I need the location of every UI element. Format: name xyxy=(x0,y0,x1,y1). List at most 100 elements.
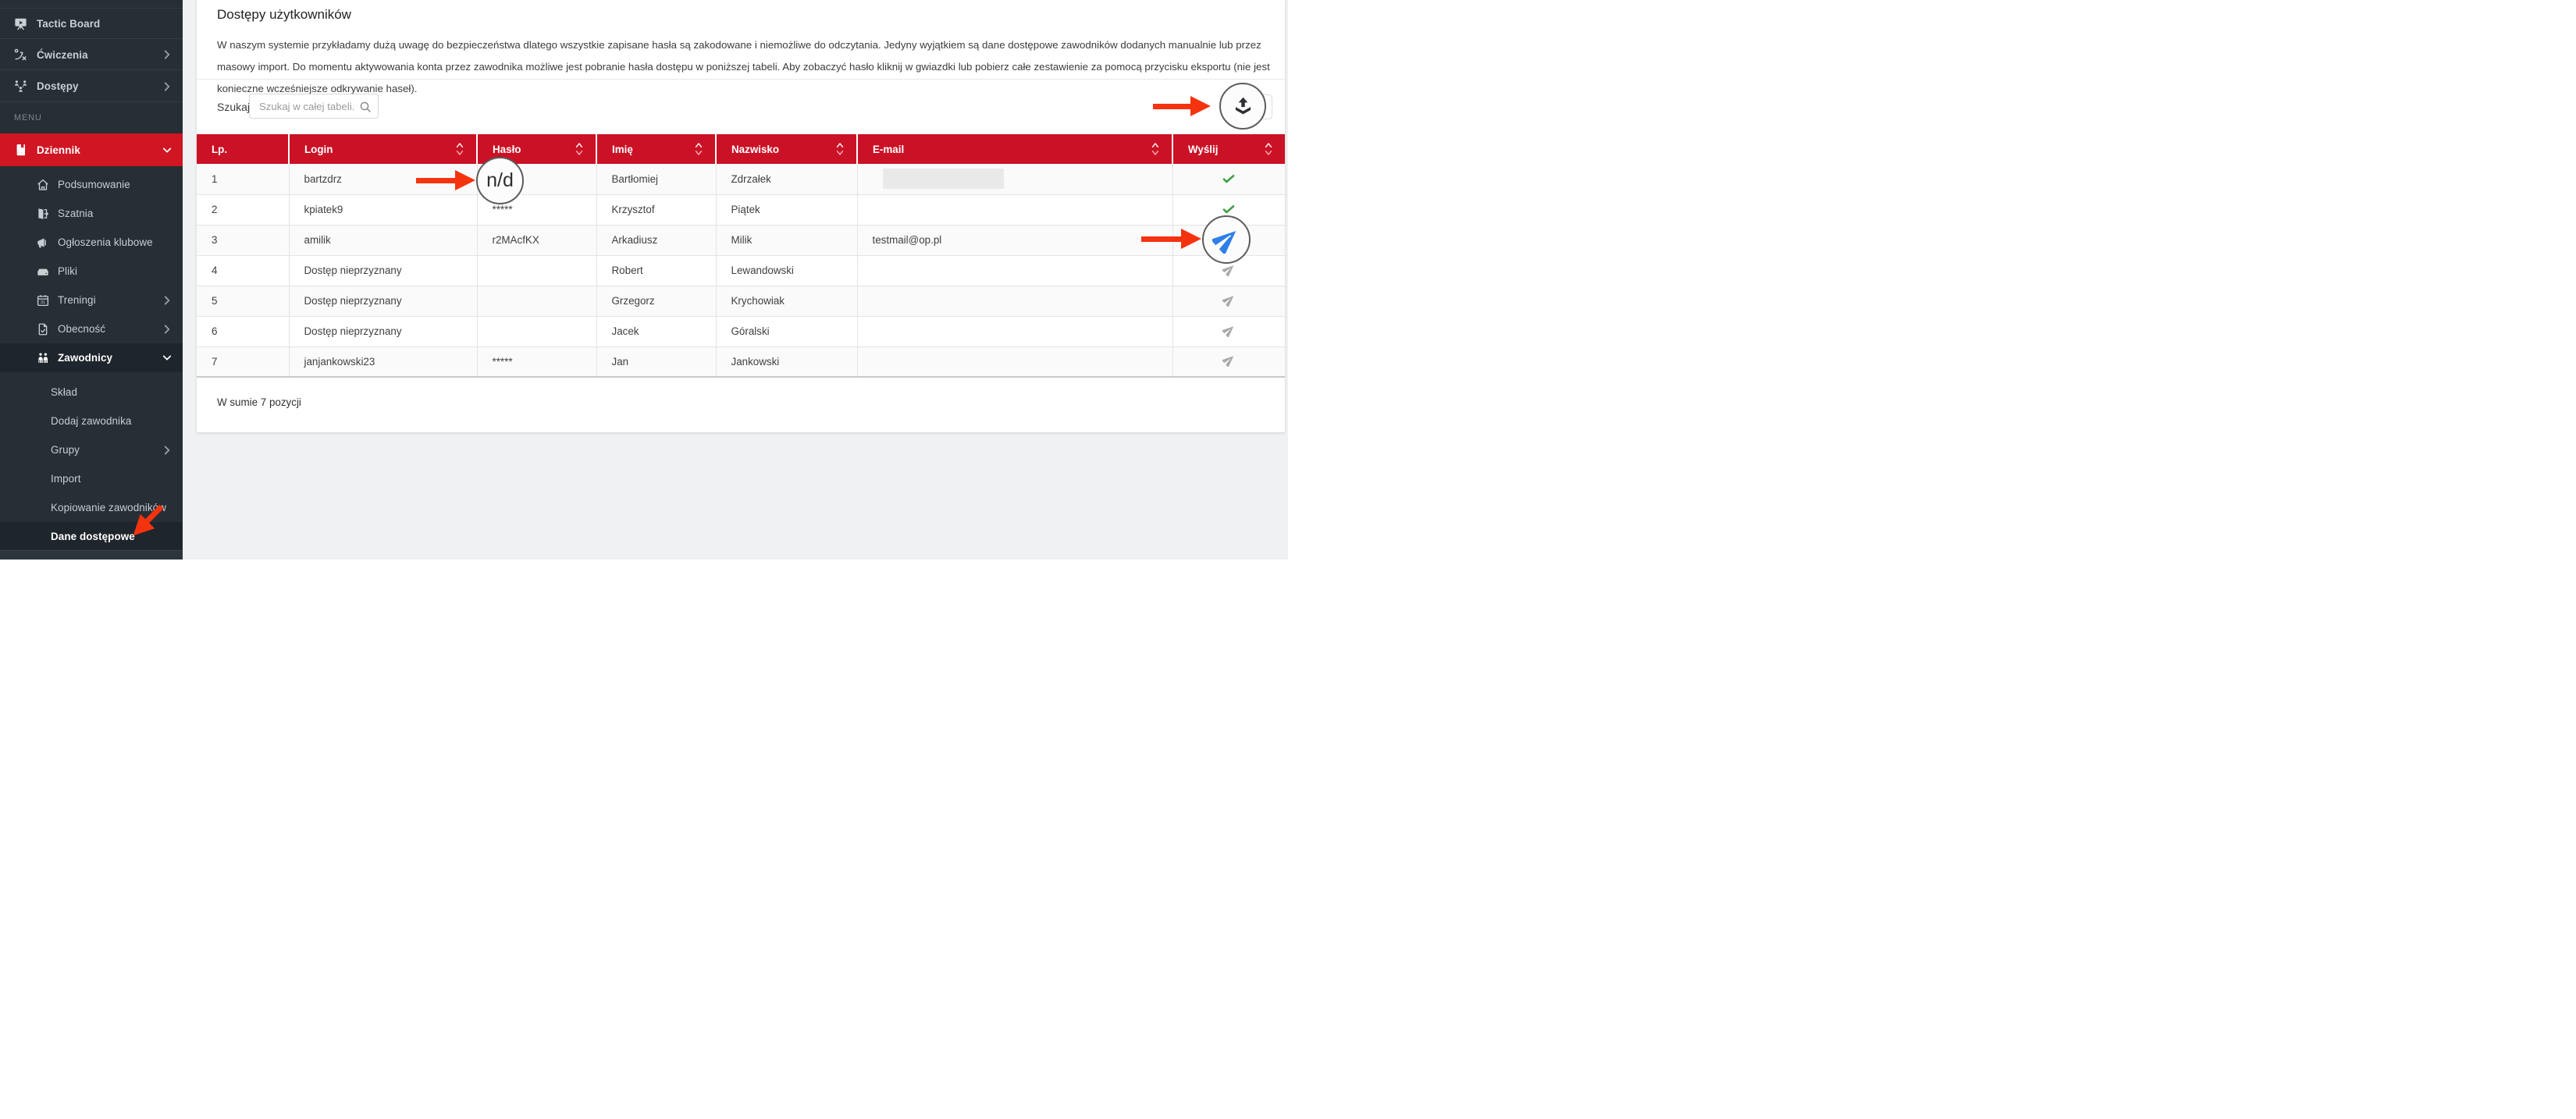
sidebar-item-pliki[interactable]: Pliki xyxy=(0,257,183,286)
sidebar-section-label: MENU xyxy=(0,102,183,133)
cell-email xyxy=(857,316,1172,346)
export-icon-large[interactable] xyxy=(1233,96,1254,117)
sidebar-item-dostepy[interactable]: Dostępy xyxy=(0,71,183,102)
sidebar-item-label: Podsumowanie xyxy=(58,179,130,190)
chevron-right-icon xyxy=(162,50,172,59)
search-label: Szukaj: xyxy=(217,101,253,113)
cell-wyslij[interactable] xyxy=(1172,346,1285,377)
users-network-icon xyxy=(13,79,28,94)
sidebar-top-divider xyxy=(0,0,183,9)
cell-login: Dostęp nieprzyznany xyxy=(289,286,477,316)
cell-lp: 2 xyxy=(197,194,289,225)
annotation-circle-export xyxy=(1219,83,1266,130)
sort-icon[interactable] xyxy=(1151,143,1159,158)
home-icon xyxy=(36,178,50,192)
tactic-board-icon xyxy=(13,16,28,31)
sidebar-item-label: Tactic Board xyxy=(37,18,100,30)
cell-email xyxy=(857,194,1172,225)
sidebar-item-grupy[interactable]: Grupy xyxy=(0,435,183,464)
sidebar-item-import[interactable]: Import xyxy=(0,464,183,493)
annotation-circle-send xyxy=(1202,215,1251,264)
send-plane-active-icon[interactable] xyxy=(1212,226,1240,254)
sidebar-item-label: Ogłoszenia klubowe xyxy=(58,236,153,248)
sidebar-item-szatnia[interactable]: Szatnia xyxy=(0,199,183,228)
table-row: 5 Dostęp nieprzyznany Grzegorz Krychowia… xyxy=(197,286,1285,316)
cell-wyslij[interactable] xyxy=(1172,286,1285,316)
chevron-right-icon xyxy=(162,325,172,334)
table-row: 6 Dostęp nieprzyznany Jacek Góralski xyxy=(197,316,1285,346)
send-plane-icon[interactable] xyxy=(1222,324,1236,337)
send-plane-icon[interactable] xyxy=(1222,353,1236,367)
cell-haslo[interactable]: ***** xyxy=(477,346,596,377)
chevron-right-icon xyxy=(162,82,172,91)
cell-email: testmail@op.pl xyxy=(857,225,1172,255)
table-row: 7 janjankowski23 ***** Jan Jankowski xyxy=(197,346,1285,377)
table-row: 1 bartzdrz Bartłomiej Zdrzałek xyxy=(197,164,1285,194)
megaphone-icon xyxy=(36,236,50,250)
sidebar-item-ogloszenia[interactable]: Ogłoszenia klubowe xyxy=(0,228,183,257)
cell-nazwisko: Piątek xyxy=(716,194,857,225)
sidebar-bottom-strip xyxy=(0,550,183,560)
sidebar-item-obecnosc[interactable]: Obecność xyxy=(0,314,183,343)
sidebar-item-treningi[interactable]: 31 Treningi xyxy=(0,286,183,314)
players-icon xyxy=(36,351,50,365)
sort-icon[interactable] xyxy=(456,143,464,158)
cell-haslo xyxy=(477,316,596,346)
sidebar-item-dziennik[interactable]: Dziennik xyxy=(0,133,183,166)
sidebar-item-tactic-board[interactable]: Tactic Board xyxy=(0,9,183,39)
send-plane-icon[interactable] xyxy=(1222,293,1236,307)
sort-icon[interactable] xyxy=(695,143,703,158)
chevron-down-icon xyxy=(162,145,172,155)
sidebar-item-sklad[interactable]: Skład xyxy=(0,378,183,407)
cell-lp: 6 xyxy=(197,316,289,346)
cell-nazwisko: Lewandowski xyxy=(716,255,857,286)
table-summary: W sumie 7 pozycji xyxy=(217,396,301,408)
sidebar: Tactic Board Ćwiczenia Dostępy MENU Dzie… xyxy=(0,0,183,560)
cell-imie: Arkadiusz xyxy=(596,225,716,255)
arrow-shaft xyxy=(1153,104,1190,109)
password-nd-value[interactable]: n/d xyxy=(486,169,514,192)
cell-email xyxy=(857,286,1172,316)
divider xyxy=(197,79,1285,80)
drive-files-icon xyxy=(36,265,50,279)
sidebar-item-label: Dane dostępowe xyxy=(51,531,135,542)
cell-nazwisko: Jankowski xyxy=(716,346,857,377)
cell-imie: Robert xyxy=(596,255,716,286)
sidebar-item-dodaj-zawodnika[interactable]: Dodaj zawodnika xyxy=(0,407,183,435)
cell-imie: Bartłomiej xyxy=(596,164,716,194)
annotation-arrow-export xyxy=(1153,96,1211,116)
column-header-nazwisko[interactable]: Nazwisko xyxy=(716,134,857,164)
column-header-wyslij[interactable]: Wyślij xyxy=(1172,134,1285,164)
cell-wyslij[interactable] xyxy=(1172,316,1285,346)
cell-nazwisko: Góralski xyxy=(716,316,857,346)
sort-icon[interactable] xyxy=(836,143,844,158)
search-box xyxy=(249,94,379,119)
sort-icon[interactable] xyxy=(1265,143,1272,158)
sidebar-item-zawodnicy[interactable]: Zawodnicy xyxy=(0,343,183,372)
sidebar-item-label: Grupy xyxy=(51,444,80,456)
column-header-login[interactable]: Login xyxy=(289,134,477,164)
cell-imie: Jan xyxy=(596,346,716,377)
arrow-head xyxy=(455,170,475,190)
sent-check-icon xyxy=(1222,172,1235,183)
sidebar-item-label: Szatnia xyxy=(58,208,93,219)
calendar-icon: 31 xyxy=(36,293,50,307)
sort-icon[interactable] xyxy=(575,143,583,158)
column-header-email[interactable]: E-mail xyxy=(857,134,1172,164)
sent-check-icon xyxy=(1222,203,1235,214)
arrow-head xyxy=(1181,229,1201,249)
cell-email xyxy=(857,164,1172,194)
cell-email xyxy=(857,346,1172,377)
annotation-arrow-password xyxy=(416,170,475,190)
cell-imie: Jacek xyxy=(596,316,716,346)
column-header-lp[interactable]: Lp. xyxy=(197,134,289,164)
cell-login: amilik xyxy=(289,225,477,255)
sidebar-item-label: Obecność xyxy=(58,323,105,335)
column-header-imie[interactable]: Imię xyxy=(596,134,716,164)
send-plane-icon[interactable] xyxy=(1222,263,1236,276)
sidebar-item-label: Dostępy xyxy=(37,80,79,92)
cell-login: Dostęp nieprzyznany xyxy=(289,316,477,346)
cell-haslo[interactable]: r2MAcfKX xyxy=(477,225,596,255)
sidebar-item-cwiczenia[interactable]: Ćwiczenia xyxy=(0,40,183,70)
sidebar-item-podsumowanie[interactable]: Podsumowanie xyxy=(0,170,183,199)
